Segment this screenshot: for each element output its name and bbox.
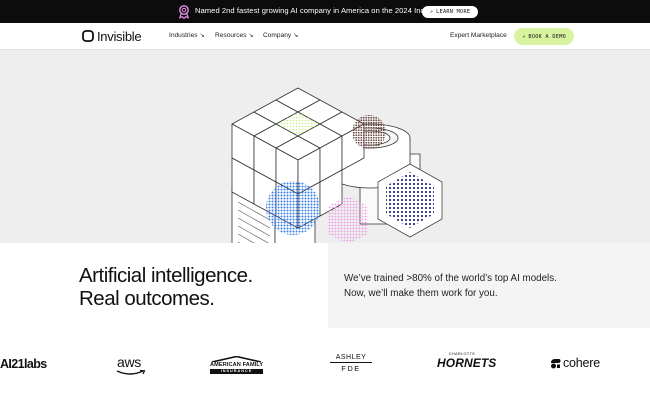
subcopy-line-1: We’ve trained >80% of the world’s top AI… <box>344 273 557 284</box>
ai21-labs-logo: AI21labs <box>0 357 47 371</box>
aws-logo: aws <box>117 354 141 370</box>
subcopy-line-2: Now, we’ll make them work for you. <box>344 288 498 299</box>
logo-text: Invisible <box>97 28 142 44</box>
cohere-mark-icon <box>551 358 561 368</box>
nav-resources-label: Resources <box>215 32 247 39</box>
hero-subcopy: We’ve trained >80% of the world’s top AI… <box>344 271 557 301</box>
hero-section <box>0 50 650 243</box>
amfam-bottom-text: INSURANCE <box>210 369 263 374</box>
amfam-top-text: AMERICAN FAMILY <box>210 362 264 368</box>
aws-smile-icon <box>116 370 146 375</box>
hero-headline: Artificial intelligence. Real outcomes. <box>79 264 253 310</box>
ashley-bottom-text: FDE <box>330 362 372 373</box>
arrow-up-right-icon: ↗ <box>429 9 434 15</box>
ashley-top-text: ASHLEY <box>335 354 367 361</box>
learn-more-label: LEARN MORE <box>436 9 471 15</box>
headline-line-1: Artificial intelligence. <box>79 264 253 287</box>
customer-logos: AI21labs aws AMERICAN FAMILY INSURANCE A… <box>0 328 650 414</box>
main-nav: Invisible Industries ↘ Resources ↘ Compa… <box>0 23 650 50</box>
headline-section: Artificial intelligence. Real outcomes. … <box>0 243 650 328</box>
expert-marketplace-link[interactable]: Expert Marketplace <box>450 32 507 39</box>
announcement-bar: Named 2nd fastest growing AI company in … <box>0 0 650 23</box>
nav-resources[interactable]: Resources ↘ <box>215 32 254 39</box>
hornets-main-text: HORNETS <box>437 356 497 370</box>
expert-marketplace-label: Expert Marketplace <box>450 32 507 39</box>
nav-industries[interactable]: Industries ↘ <box>169 32 205 39</box>
award-badge-icon <box>179 5 189 19</box>
arrow-down-right-icon: ↘ <box>293 33 299 39</box>
arrow-up-right-icon: ↗ <box>521 33 526 40</box>
arrow-down-right-icon: ↘ <box>248 33 254 39</box>
cohere-logo: cohere <box>550 356 600 370</box>
nav-industries-label: Industries <box>169 32 198 39</box>
announcement-text: Named 2nd fastest growing AI company in … <box>195 6 446 15</box>
logo-mark-icon <box>82 30 94 42</box>
cohere-text: cohere <box>563 356 601 370</box>
book-demo-label: BOOK A DEMO <box>528 33 567 40</box>
nav-company-label: Company <box>263 32 292 39</box>
nav-company[interactable]: Company ↘ <box>263 32 298 39</box>
isometric-cubes-illustration <box>231 87 443 243</box>
ashley-logo: ASHLEY FDE <box>330 354 372 376</box>
learn-more-button[interactable]: ↗ LEARN MORE <box>422 6 478 18</box>
arrow-down-right-icon: ↘ <box>199 33 205 39</box>
headline-line-2: Real outcomes. <box>79 287 215 310</box>
charlotte-hornets-logo: CHARLOTTE HORNETS <box>437 352 497 374</box>
american-family-insurance-logo: AMERICAN FAMILY INSURANCE <box>210 356 263 374</box>
invisible-logo[interactable]: Invisible <box>82 28 142 44</box>
book-demo-button[interactable]: ↗ BOOK A DEMO <box>514 28 574 45</box>
